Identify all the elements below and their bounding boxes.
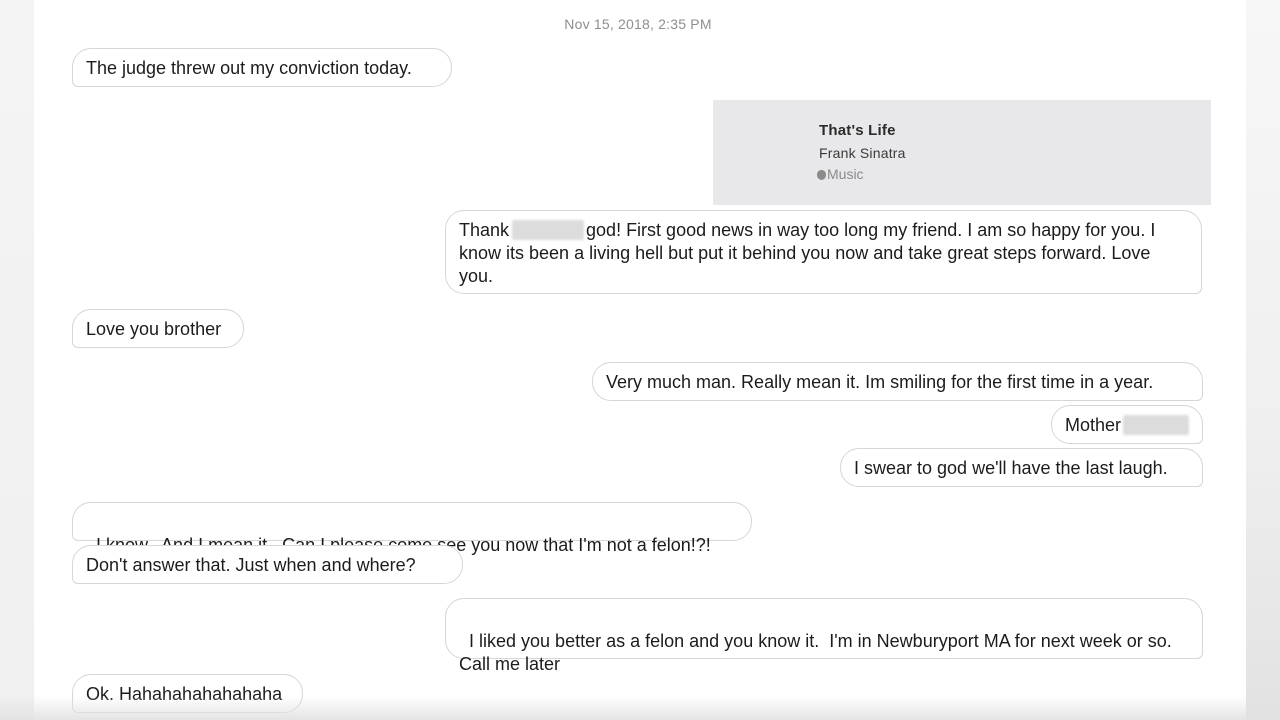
left-margin <box>0 0 34 720</box>
redacted-word <box>512 220 585 240</box>
outgoing-message[interactable]: Very much man. Really mean it. Im smilin… <box>592 362 1203 401</box>
message-text: Mother <box>1065 415 1122 435</box>
incoming-message[interactable]: Ok. Hahahahahahahaha <box>72 674 303 713</box>
right-margin <box>1246 0 1280 720</box>
message-text: I swear to god we'll have the last laugh… <box>854 458 1168 478</box>
conversation-timestamp: Nov 15, 2018, 2:35 PM <box>564 16 712 32</box>
message-text: The judge threw out my conviction today. <box>86 58 412 78</box>
message-text: Ok. Hahahahahahahaha <box>86 684 283 704</box>
song-artist: Frank Sinatra <box>819 145 906 161</box>
outgoing-message[interactable]: I liked you better as a felon and you kn… <box>445 598 1203 674</box>
apple-logo-icon <box>817 170 826 180</box>
song-title: That's Life <box>819 122 896 139</box>
incoming-message[interactable]: Love you brother <box>72 309 244 348</box>
message-text: Very much man. Really mean it. Im smilin… <box>606 372 1154 392</box>
incoming-message[interactable]: Don't answer that. Just when and where? <box>72 545 463 584</box>
message-text: Don't answer that. Just when and where? <box>86 555 416 575</box>
music-service-label: Music <box>817 166 864 182</box>
incoming-message[interactable]: I know. And I mean it. Can I please come… <box>72 502 752 555</box>
message-text-part: Thank <box>459 220 510 240</box>
outgoing-message[interactable]: Mother <box>1051 405 1203 444</box>
message-text: Love you brother <box>86 319 222 339</box>
outgoing-message[interactable]: Thank god! First good news in way too lon… <box>445 210 1202 294</box>
outgoing-message[interactable]: I swear to god we'll have the last laugh… <box>840 448 1203 487</box>
music-service-name: Music <box>827 166 864 182</box>
incoming-message[interactable]: The judge threw out my conviction today. <box>72 48 452 87</box>
redacted-word <box>1123 415 1190 435</box>
music-link-card[interactable]: That's Life Frank Sinatra Music <box>713 100 1211 205</box>
